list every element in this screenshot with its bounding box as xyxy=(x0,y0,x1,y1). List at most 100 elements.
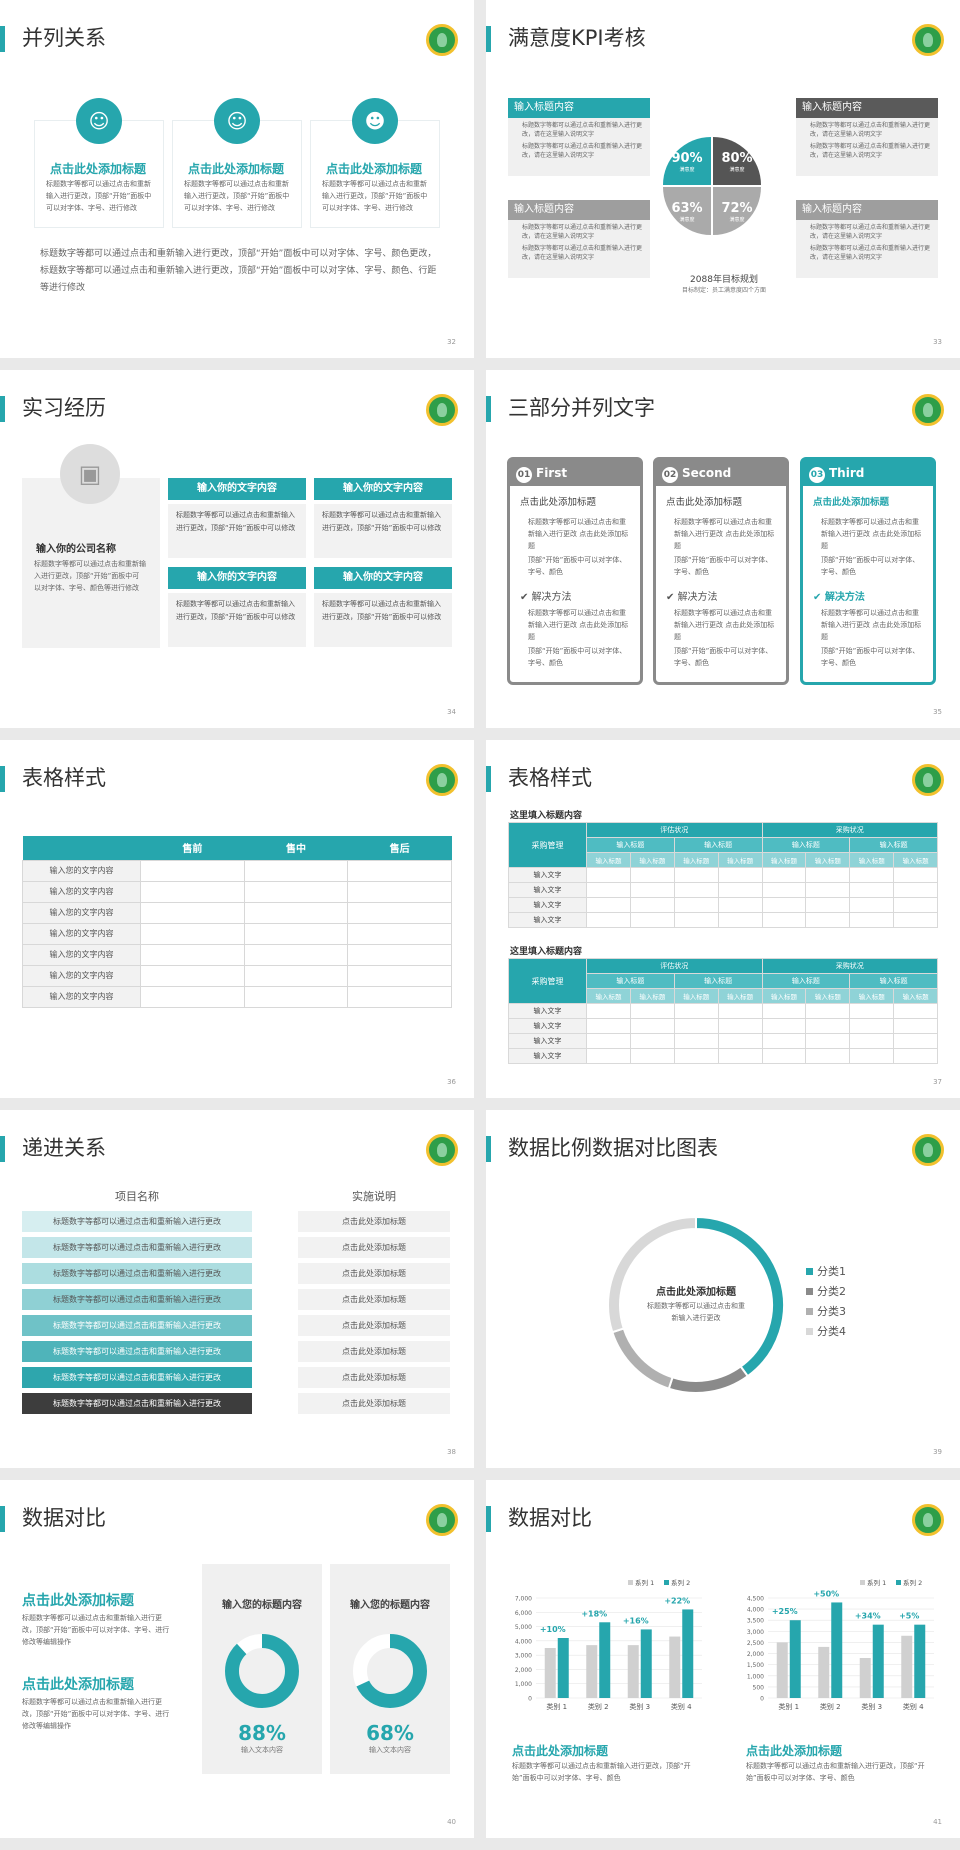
x-tick-label: 类别 4 xyxy=(671,1702,692,1711)
slide-title: 并列关系 xyxy=(22,26,106,50)
card-title[interactable]: 点击此处添加标题 xyxy=(326,160,422,177)
kpi-item: 标题数字等都可以通过点击和重新输入进行更改，请在这里输入说明文字 xyxy=(810,122,931,138)
kpi-box: 输入标题内容 标题数字等都可以通过点击和重新输入进行更改，请在这里输入说明文字 … xyxy=(796,98,938,176)
legend-label: 分类1 xyxy=(817,1265,846,1278)
logo-icon xyxy=(912,394,944,426)
logo-icon xyxy=(426,1134,458,1166)
part-title: 点击此处添加标题 xyxy=(666,497,743,508)
y-tick-label: 4,000 xyxy=(515,1638,532,1645)
title-bar xyxy=(486,26,491,52)
part-num: 01 xyxy=(516,467,532,483)
table-row: 输入您的文字内容 xyxy=(22,922,452,945)
card-text: 标题数字等都可以通过点击和重新输入进行更改，顶部“开始”面板中可以对字体、字号、… xyxy=(184,180,290,212)
caption-title[interactable]: 点击此处添加标题 xyxy=(512,1742,608,1759)
x-tick-label: 类别 3 xyxy=(861,1702,882,1711)
plan-title: 2088年目标规划 xyxy=(690,275,758,285)
slide-32[interactable]: 并列关系 ☺ ☺ ☻ 点击此处添加标题 点击此处添加标题 点击此处添加标题 标题… xyxy=(0,0,474,358)
gauge-card: 输入您的标题内容 68% 输入文本内容 xyxy=(330,1564,450,1774)
leaf-header: 输入标题 xyxy=(629,852,675,868)
row-label: 输入文字 xyxy=(508,1003,587,1019)
bar-chart-1: 0 1,000 2,000 3,000 4,000 5,000 6,000 7,000 +10%… xyxy=(515,1578,702,1711)
y-tick-label: 1,000 xyxy=(515,1681,532,1688)
y-tick-label: 3,500 xyxy=(747,1618,764,1625)
doctor-icon: ☺ xyxy=(214,98,260,144)
block-title[interactable]: 点击此处添加标题 xyxy=(22,1590,134,1610)
kpi-item: 标题数字等都可以通过点击和重新输入进行更改，请在这里输入说明文字 xyxy=(522,224,643,240)
caption-title[interactable]: 点击此处添加标题 xyxy=(746,1742,842,1759)
y-tick-label: 1,500 xyxy=(747,1662,764,1669)
row-label: 输入您的文字内容 xyxy=(22,922,141,945)
slide-40[interactable]: 数据对比 点击此处添加标题 标题数字等都可以通过点击和重新输入进行更改，顶部“开… xyxy=(0,1480,474,1838)
slide-37[interactable]: 表格样式 这里填入标题内容 采购管理 评估状况 采购状况 输入标题 输入标题 输入标题 输入… xyxy=(486,740,960,1098)
part-bullet: 顶部“开始”面板中可以对字体、字号、颜色 xyxy=(528,556,627,576)
kpi-table: 采购管理 评估状况 采购状况 输入标题 输入标题 输入标题 输入标题 输入标题 输入标题 输入标题… xyxy=(508,958,938,1064)
table-row: 输入文字 xyxy=(508,867,938,883)
slide-title: 表格样式 xyxy=(22,766,106,790)
title-bar xyxy=(0,396,5,422)
slide-33[interactable]: 满意度KPI考核 输入标题内容 标题数字等都可以通过点击和重新输入进行更改，请在… xyxy=(486,0,960,358)
title-bar xyxy=(486,1506,491,1532)
y-tick-label: 2,500 xyxy=(747,1640,764,1647)
bar xyxy=(818,1646,830,1698)
progression-item: 标题数字等都可以通过点击和重新输入进行更改 xyxy=(22,1315,252,1336)
progression-item: 标题数字等都可以通过点击和重新输入进行更改 xyxy=(22,1393,252,1414)
progression-note: 点击此处添加标题 xyxy=(298,1315,450,1336)
title-bar xyxy=(0,26,5,52)
row-label: 输入您的文字内容 xyxy=(22,943,141,966)
card-title[interactable]: 点击此处添加标题 xyxy=(50,160,146,177)
title-bar xyxy=(0,1136,5,1162)
item-text: 标题数字等都可以通过点击和重新输入进行更改，顶部“开始”面板中可以修改 xyxy=(168,593,306,647)
kpi-table: 采购管理 评估状况 采购状况 输入标题 输入标题 输入标题 输入标题 输入标题 输入标题 输入标题… xyxy=(508,822,938,928)
sub-header: 输入标题 xyxy=(849,973,938,989)
y-tick-label: 0 xyxy=(528,1696,532,1703)
sub-header: 输入标题 xyxy=(849,837,938,853)
leaf-header: 输入标题 xyxy=(673,852,719,868)
y-tick-label: 0 xyxy=(760,1696,764,1703)
page-number: 36 xyxy=(447,1078,456,1086)
part-card-2[interactable]: 02 Second 点击此处添加标题 标题数字等都可以通过点击和重新输入进行更改 … xyxy=(653,457,789,685)
kpi-box-head: 输入标题内容 xyxy=(508,200,650,220)
block-title[interactable]: 点击此处添加标题 xyxy=(22,1674,134,1694)
gauge-ring xyxy=(225,1634,299,1708)
table-title: 这里填入标题内容 xyxy=(510,947,583,957)
gauge-percent: 88% xyxy=(238,1721,286,1745)
slide-title: 实习经历 xyxy=(22,396,106,420)
legend-label: 分类4 xyxy=(817,1325,846,1338)
kpi-label: 满意度 xyxy=(679,167,695,173)
table-row: 输入文字 xyxy=(508,1048,938,1064)
row-label: 输入您的文字内容 xyxy=(22,985,141,1008)
legend-swatch xyxy=(664,1580,669,1585)
bar xyxy=(776,1642,788,1698)
table-2: 采购管理 评估状况 采购状况 输入标题 输入标题 输入标题 输入标题 输入标题 输入标题 输入标题… xyxy=(508,958,938,1064)
legend-swatch xyxy=(806,1268,813,1275)
logo-icon xyxy=(426,24,458,56)
part-card-3[interactable]: 03 Third 点击此处添加标题 标题数字等都可以通过点击和重新输入进行更改 点… xyxy=(800,457,936,685)
slide-34[interactable]: 实习经历 ▣ 输入你的公司名称 标题数字等都可以通过点击和重新输入进行更改，顶部… xyxy=(0,370,474,728)
table-row: 输入文字 xyxy=(508,1033,938,1049)
logo-icon xyxy=(912,24,944,56)
page-number: 35 xyxy=(933,708,942,716)
slide-38[interactable]: 递进关系 项目名称 实施说明 标题数字等都可以通过点击和重新输入进行更改 点击此处… xyxy=(0,1110,474,1468)
donut-center-text: 标题数字等都可以通过点击和重新输入进行更改 xyxy=(647,1302,745,1322)
slide-41[interactable]: 数据对比 0 1,000 2,000 3,000 4,000 5,000 6,000 7,00… xyxy=(486,1480,960,1838)
image-placeholder-icon[interactable]: ▣ xyxy=(60,444,120,504)
slide-36[interactable]: 表格样式 售前 售中 售后 输入您的文字内容 输入您的文字内容 输入您的文字内容 输… xyxy=(0,740,474,1098)
gauge-sub: 输入文本内容 xyxy=(241,1746,283,1754)
part-numbered: 标题数字等都可以通过点击和重新输入进行更改 点击此处添加标题 xyxy=(528,609,629,641)
item-text: 标题数字等都可以通过点击和重新输入进行更改，顶部“开始”面板中可以修改 xyxy=(168,504,306,558)
page-number: 32 xyxy=(447,338,456,346)
part-card-1[interactable]: 01 First 点击此处添加标题 标题数字等都可以通过点击和重新输入进行更改 点… xyxy=(507,457,643,685)
gauge-fill xyxy=(225,1634,299,1708)
bar xyxy=(682,1609,694,1698)
card-title[interactable]: 点击此处添加标题 xyxy=(188,160,284,177)
part-bullet: 标题数字等都可以通过点击和重新输入进行更改 点击此处添加标题 xyxy=(821,518,922,550)
item-text: 标题数字等都可以通过点击和重新输入进行更改，顶部“开始”面板中可以修改 xyxy=(314,593,452,647)
kpi-label: 满意度 xyxy=(729,217,745,223)
bar xyxy=(901,1635,913,1698)
slide-39[interactable]: 数据比例数据对比图表 点击此处添加标题 标题数字等都可以通过点击和重新输入进行更… xyxy=(486,1110,960,1468)
title-bar xyxy=(486,766,491,792)
legend-label: 分类3 xyxy=(817,1305,846,1318)
logo-icon xyxy=(426,394,458,426)
page-number: 37 xyxy=(933,1078,942,1086)
bar-annotation: +25% xyxy=(772,1607,798,1616)
